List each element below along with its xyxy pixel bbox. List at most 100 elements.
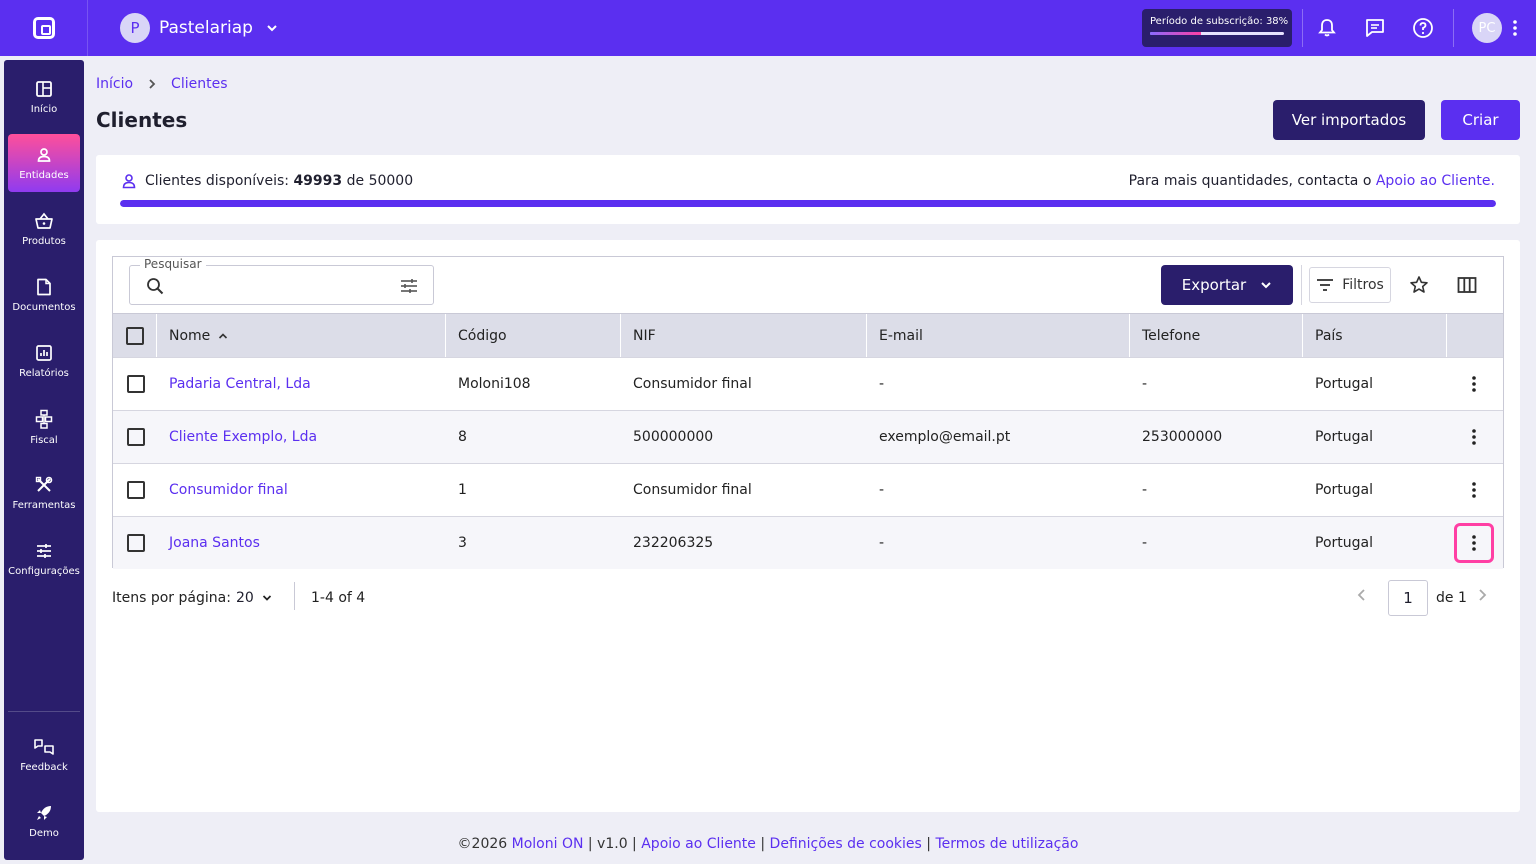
support-link[interactable]: Apoio ao Cliente (1376, 173, 1491, 189)
column-label: Código (458, 327, 507, 344)
client-phone: - (1142, 535, 1148, 551)
app-logo[interactable] (0, 0, 88, 56)
items-per-page-value: 20 (236, 590, 254, 606)
footer-cookies-link[interactable]: Definições de cookies (770, 836, 922, 852)
page-range: 1-4 of 4 (311, 590, 366, 606)
row-actions-button[interactable] (1454, 470, 1494, 510)
quota-contact-suffix: . (1490, 173, 1495, 189)
previous-page-button[interactable] (1356, 588, 1368, 602)
view-imported-button[interactable]: Ver importados (1273, 100, 1425, 140)
more-vertical-icon (1472, 482, 1476, 498)
sidebar-item-label: Configurações (8, 565, 80, 577)
chevron-down-icon (262, 595, 271, 601)
sidebar-item-label: Produtos (22, 235, 66, 247)
columns-button[interactable] (1453, 271, 1481, 299)
quota-of: de (346, 173, 365, 189)
items-per-page-label: Itens por página: (112, 590, 231, 606)
sidebar-item-fiscal[interactable]: Fiscal (8, 398, 80, 456)
breadcrumb-current[interactable]: Clientes (171, 76, 227, 92)
sidebar-item-relatorios[interactable]: Relatórios (8, 332, 80, 390)
sort-ascending-icon (219, 332, 228, 339)
table-row: Joana Santos 3 232206325 - - Portugal (113, 516, 1503, 569)
sidebar-item-produtos[interactable]: Produtos (8, 200, 80, 258)
chevron-right-icon (149, 79, 156, 89)
filters-button[interactable]: Filtros (1309, 267, 1391, 303)
row-checkbox[interactable] (127, 428, 145, 446)
sidebar-item-label: Início (30, 103, 58, 115)
footer-terms-link[interactable]: Termos de utilização (935, 836, 1078, 852)
next-page-button[interactable] (1476, 588, 1488, 602)
rocket-icon (37, 805, 51, 820)
row-checkbox[interactable] (127, 375, 145, 393)
client-country: Portugal (1315, 376, 1373, 392)
client-name-link[interactable]: Joana Santos (169, 517, 260, 569)
column-header-email[interactable]: E-mail (867, 314, 1130, 357)
quota-available: 49993 (293, 173, 343, 189)
row-actions-button[interactable] (1454, 523, 1494, 563)
items-per-page-select[interactable]: 20 (236, 590, 272, 606)
favorites-button[interactable] (1405, 271, 1433, 299)
more-vertical-icon (1472, 376, 1476, 392)
client-country: Portugal (1315, 482, 1373, 498)
sidebar-item-configuracoes[interactable]: Configurações (8, 530, 80, 588)
sidebar-item-label: Ferramentas (12, 499, 76, 511)
sidebar: Início Entidades Produtos Documentos Rel… (4, 60, 84, 860)
search-input[interactable] (174, 274, 384, 298)
client-phone: - (1142, 376, 1148, 392)
column-header-codigo[interactable]: Código (446, 314, 621, 357)
help-button[interactable] (1399, 0, 1447, 56)
footer-separator: | (760, 836, 766, 852)
row-actions-button[interactable] (1454, 364, 1494, 404)
sidebar-item-label: Feedback (20, 761, 68, 773)
client-name-link[interactable]: Padaria Central, Lda (169, 358, 311, 410)
row-checkbox[interactable] (127, 534, 145, 552)
column-header-pais[interactable]: País (1303, 314, 1447, 357)
quota-progress-bar (120, 200, 1496, 207)
total-pages: de 1 (1436, 590, 1467, 606)
notifications-button[interactable] (1303, 0, 1351, 56)
client-phone: - (1142, 482, 1148, 498)
client-nif: 232206325 (633, 535, 714, 551)
column-label: Nome (169, 327, 211, 344)
report-icon (36, 344, 52, 361)
footer-support-link[interactable]: Apoio ao Cliente (641, 836, 756, 852)
more-vertical-icon (1513, 20, 1517, 36)
search-field[interactable]: Pesquisar (129, 257, 434, 305)
client-name-link[interactable]: Consumidor final (169, 464, 288, 516)
subscription-bar-fill (1150, 32, 1201, 35)
advanced-search-button[interactable] (399, 277, 419, 295)
subscription-label: Período de subscrição: 38% (1150, 16, 1289, 27)
search-icon (147, 278, 164, 295)
row-checkbox[interactable] (127, 481, 145, 499)
sidebar-item-feedback[interactable]: Feedback (8, 726, 80, 784)
sidebar-item-documentos[interactable]: Documentos (8, 266, 80, 324)
company-selector[interactable]: P Pastelariap (120, 13, 279, 43)
chat-icon (1366, 19, 1384, 37)
tune-icon (401, 279, 417, 293)
sidebar-item-label: Relatórios (19, 367, 69, 379)
quota-progress-fill (120, 200, 1496, 207)
footer: ©2026 Moloni ON | v1.0 | Apoio ao Client… (0, 836, 1536, 852)
logo-icon (32, 17, 55, 39)
current-page-input[interactable]: 1 (1388, 580, 1428, 616)
row-actions-button[interactable] (1454, 417, 1494, 457)
table-row: Padaria Central, Lda Moloni108 Consumido… (113, 357, 1503, 410)
column-header-nif[interactable]: NIF (621, 314, 867, 357)
breadcrumb-home[interactable]: Início (96, 76, 133, 92)
create-button[interactable]: Criar (1441, 100, 1520, 140)
messages-button[interactable] (1351, 0, 1399, 56)
sidebar-item-entidades[interactable]: Entidades (8, 134, 80, 192)
clients-quota-card: Clientes disponíveis: 49993 de 50000 Par… (96, 155, 1520, 224)
column-header-nome[interactable]: Nome (157, 314, 446, 357)
user-menu-button[interactable] (1502, 19, 1528, 37)
user-avatar[interactable]: PC (1472, 13, 1502, 43)
select-all-checkbox[interactable] (125, 326, 144, 345)
subscription-period[interactable]: Período de subscrição: 38% (1142, 9, 1292, 47)
export-button[interactable]: Exportar (1161, 265, 1293, 305)
sidebar-item-inicio[interactable]: Início (8, 68, 80, 126)
client-name-link[interactable]: Cliente Exemplo, Lda (169, 411, 317, 463)
footer-brand-link[interactable]: Moloni ON (512, 836, 584, 852)
sidebar-item-ferramentas[interactable]: Ferramentas (8, 464, 80, 522)
column-label: E-mail (879, 327, 923, 344)
column-header-telefone[interactable]: Telefone (1130, 314, 1303, 357)
